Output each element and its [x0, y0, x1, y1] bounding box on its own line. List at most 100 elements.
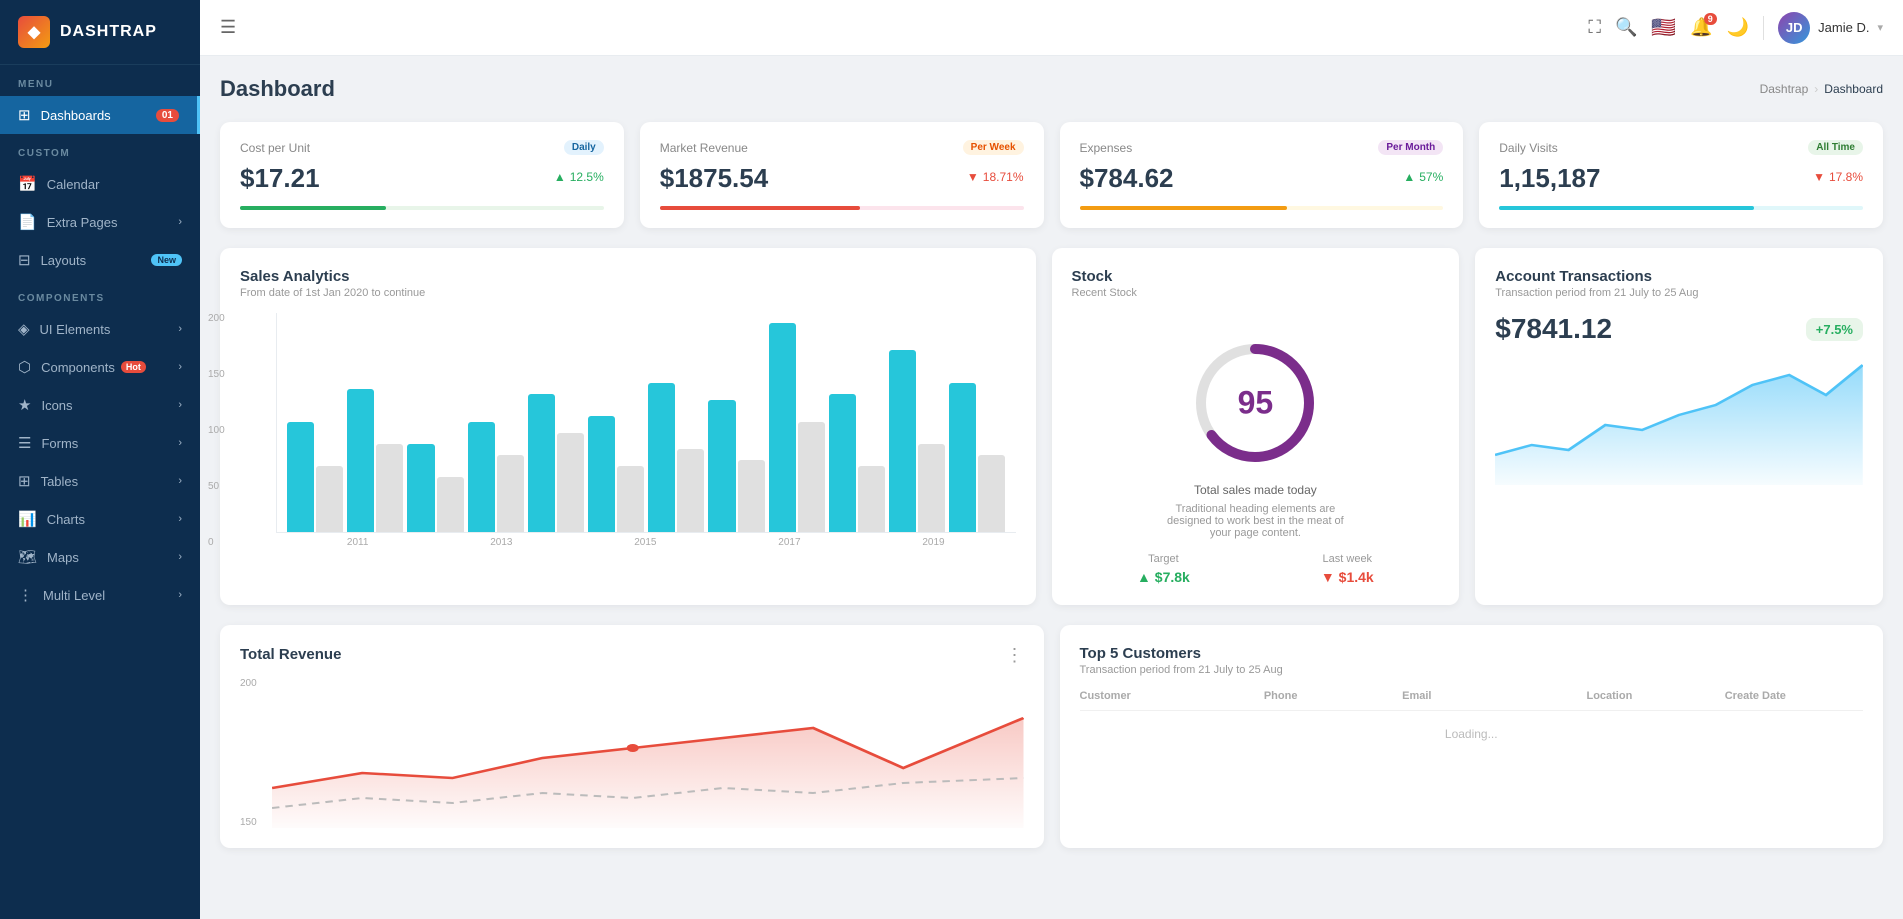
down-arrow-icon: ▼ [967, 170, 979, 184]
chart-y-labels: 200 150 100 50 0 [208, 313, 225, 548]
up-arrow-icon: ▲ [554, 170, 566, 184]
last-week-value: ▼ $1.4k [1321, 569, 1374, 585]
bar-gray [437, 477, 464, 532]
stat-bar [1499, 206, 1863, 210]
sidebar-item-forms[interactable]: ☰ Forms › [0, 424, 200, 462]
fullscreen-icon[interactable]: ⛶ [1588, 17, 1601, 38]
notification-button[interactable]: 🔔 9 [1690, 17, 1712, 38]
language-flag[interactable]: 🇺🇸 [1651, 15, 1676, 40]
icons-icon: ★ [18, 396, 31, 414]
stat-bar [660, 206, 1024, 210]
stat-bar-fill [1080, 206, 1287, 210]
breadcrumb-home[interactable]: Dashtrap [1760, 82, 1809, 96]
stock-title: Stock [1072, 268, 1440, 285]
bar-teal [708, 400, 735, 532]
stat-value: $784.62 [1080, 163, 1174, 194]
total-revenue-card: Total Revenue ⋮ 200 150 [220, 625, 1044, 848]
bar-group [528, 394, 584, 532]
sidebar-item-icons[interactable]: ★ Icons › [0, 386, 200, 424]
bar-gray [798, 422, 825, 532]
stat-value: $1875.54 [660, 163, 768, 194]
total-revenue-title: Total Revenue [240, 646, 341, 663]
up-arrow-icon: ▲ [1403, 170, 1415, 184]
sidebar-item-maps[interactable]: 🗺 Maps › [0, 538, 200, 576]
chevron-right-icon: › [178, 361, 182, 373]
custom-label: CUSTOM [0, 134, 200, 165]
bar-teal [287, 422, 314, 532]
col-location: Location [1586, 690, 1724, 702]
sidebar-item-label: Tables [41, 474, 79, 489]
chevron-right-icon: › [178, 589, 182, 601]
calendar-icon: 📅 [18, 175, 37, 193]
acct-amount: $7841.12 [1495, 313, 1612, 345]
more-options-icon[interactable]: ⋮ [1006, 645, 1024, 666]
chevron-right-icon: › [178, 513, 182, 525]
sidebar-item-ui-elements[interactable]: ◈ UI Elements › [0, 310, 200, 348]
ui-elements-icon: ◈ [18, 320, 30, 338]
acct-title: Account Transactions [1495, 268, 1863, 285]
sidebar-item-label: UI Elements [40, 322, 111, 337]
breadcrumb-current: Dashboard [1824, 82, 1883, 96]
bar-group [889, 350, 945, 532]
hamburger-icon[interactable]: ☰ [220, 17, 236, 38]
breadcrumb: Dashtrap › Dashboard [1760, 82, 1883, 96]
bar-group [407, 444, 463, 532]
sidebar-item-charts[interactable]: 📊 Charts › [0, 500, 200, 538]
theme-toggle-icon[interactable]: 🌙 [1727, 17, 1749, 38]
stat-bar-fill [240, 206, 386, 210]
hot-badge: Hot [121, 361, 146, 373]
stat-label: Daily Visits [1499, 141, 1557, 155]
bar-group [468, 422, 524, 532]
search-icon[interactable]: 🔍 [1615, 17, 1637, 38]
bar-teal [648, 383, 675, 532]
content-area: Dashboard Dashtrap › Dashboard Cost per … [200, 56, 1903, 919]
bar-gray [978, 455, 1005, 532]
sidebar-item-layouts[interactable]: ⊟ Layouts New [0, 241, 200, 279]
stat-badge: Per Month [1378, 140, 1443, 155]
stat-card-expenses: Expenses Per Month $784.62 ▲ 57% [1060, 122, 1464, 228]
stat-bar [1080, 206, 1444, 210]
target-stat: Target ▲ $7.8k [1137, 553, 1190, 585]
bar-chart-area [276, 313, 1016, 533]
acct-subtitle: Transaction period from 21 July to 25 Au… [1495, 287, 1863, 299]
sidebar-item-extra-pages[interactable]: 📄 Extra Pages › [0, 203, 200, 241]
user-menu[interactable]: JD Jamie D. ▾ [1778, 12, 1883, 44]
bar-teal [889, 350, 916, 532]
row3-grid: Total Revenue ⋮ 200 150 [220, 625, 1883, 848]
stat-bar-fill [1499, 206, 1754, 210]
bar-group [949, 383, 1005, 532]
bar-teal [588, 416, 615, 532]
sidebar-item-tables[interactable]: ⊞ Tables › [0, 462, 200, 500]
multi-level-icon: ⋮ [18, 586, 33, 604]
sidebar-item-label: Multi Level [43, 588, 105, 603]
bar-gray [918, 444, 945, 532]
sales-analytics-subtitle: From date of 1st Jan 2020 to continue [240, 287, 1016, 299]
components-label: COMPONENTS [0, 279, 200, 310]
sidebar-item-calendar[interactable]: 📅 Calendar [0, 165, 200, 203]
stat-badge: Daily [564, 140, 604, 155]
row2-grid: Sales Analytics From date of 1st Jan 202… [220, 248, 1883, 605]
donut-chart: 95 [1185, 333, 1325, 473]
stat-change: ▼ 18.71% [967, 170, 1024, 184]
total-revenue-header: Total Revenue ⋮ [240, 645, 1024, 666]
main-area: ☰ ⛶ 🔍 🇺🇸 🔔 9 🌙 JD Jamie D. ▾ Dashboard [200, 0, 1903, 919]
target-label: Target [1137, 553, 1190, 565]
bar-teal [769, 323, 796, 532]
sidebar-item-label: Dashboards [41, 108, 111, 123]
sidebar-item-components[interactable]: ⬡ Components Hot › [0, 348, 200, 386]
bar-gray [677, 449, 704, 532]
sidebar-item-multi-level[interactable]: ⋮ Multi Level › [0, 576, 200, 614]
stat-label: Cost per Unit [240, 141, 310, 155]
sidebar-logo: ◆ DASHTRAP [0, 0, 200, 65]
col-create-date: Create Date [1725, 690, 1863, 702]
stock-desc-small: Traditional heading elements are designe… [1155, 503, 1355, 539]
components-icon: ⬡ [18, 358, 31, 376]
stat-change: ▲ 12.5% [554, 170, 604, 184]
stat-label: Expenses [1080, 141, 1133, 155]
chevron-right-icon: › [178, 475, 182, 487]
chevron-right-icon: › [178, 399, 182, 411]
chevron-right-icon: › [178, 323, 182, 335]
bar-group [648, 383, 704, 532]
tables-icon: ⊞ [18, 472, 31, 490]
sidebar-item-dashboards[interactable]: ⊞ Dashboards 01 [0, 96, 200, 134]
